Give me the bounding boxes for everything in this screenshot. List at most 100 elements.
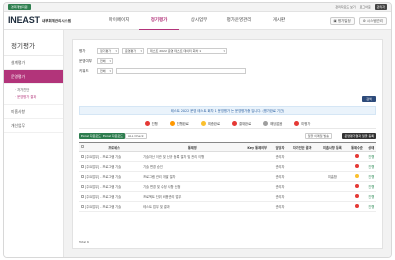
sidebar: 정기평가 설계평가 운영평가 · 자가진단 · 운영평가 결과 미흡사항 개선업… — [4, 30, 64, 257]
table-row[interactable]: [주요업무] - 프로그램 기술 기술 변경 및 수정 사항 신청 관리자 진행 — [79, 181, 376, 192]
cell-process: [주요업무] - 프로그램 기술 — [85, 191, 144, 202]
admin-mode-link[interactable]: 관리자모드 보기 — [335, 4, 355, 10]
user-role-badge: 관리자 — [374, 4, 387, 10]
nav-board[interactable]: 게시판 — [259, 12, 299, 30]
table-row[interactable]: [주요업무] - 프로그램 기술 기술 변경 승인 관리자 진행 — [79, 161, 376, 172]
career-link[interactable]: 경력개발지원 — [8, 4, 31, 10]
row-checkbox[interactable] — [80, 174, 84, 178]
cell-process: [주요업무] - 프로그램 기술 — [85, 161, 144, 172]
row-checkbox[interactable] — [80, 184, 84, 188]
eval-type-select[interactable]: 정기평가 — [97, 48, 119, 54]
utility-links: 관리자모드 보기 로그아웃 관리자 — [335, 4, 387, 10]
legend-item: 미평가 — [294, 121, 310, 126]
cell-level — [347, 151, 367, 162]
row-checkbox[interactable] — [80, 154, 84, 158]
system-name: 내부회계관리시스템 — [42, 19, 71, 23]
nav-routine-work[interactable]: 상시업무 — [179, 12, 219, 30]
system-admin-button[interactable]: ⚙ 시스템관리 — [358, 17, 387, 25]
cell-owner: 관리자 — [272, 151, 288, 162]
bulk-register-button[interactable]: 운영평가결과 일괄 등록 — [342, 133, 376, 139]
search-button[interactable]: 검색 — [362, 96, 376, 102]
main-content: 평가 정기평가 운영평가 테스트 2022 운영 테스트 데이터 회차 1 운영… — [64, 30, 391, 257]
cell-owner: 관리자 — [272, 171, 288, 182]
bulk-email-button[interactable]: 일괄 이메일 발송 — [304, 133, 332, 139]
table-row[interactable]: [주요업무] - 프로그램 기술 프로그램 관리 개발 절차 관리자 미흡함 진행 — [79, 171, 376, 182]
nav-eval-admin[interactable]: 평가운영관리 — [219, 12, 259, 30]
legend-dot — [169, 121, 175, 126]
row-checkbox[interactable] — [80, 164, 84, 168]
cell-owner: 관리자 — [272, 201, 288, 212]
cell-control: 테스트 업무 및 결과 — [143, 201, 242, 212]
cell-process: [주요업무] - 프로그램 기술 — [85, 171, 144, 182]
top-utility-bar: 경력개발지원 관리자모드 보기 로그아웃 관리자 — [4, 3, 391, 12]
sidebar-submenu: · 자가진단 · 운영평가 결과 — [4, 84, 63, 105]
cell-key-control — [241, 161, 273, 172]
sidebar-item-deficiencies[interactable]: 미흡사항 — [4, 105, 63, 119]
cell-status: 진행 — [366, 191, 376, 202]
filter-label-status: 운영여부 — [79, 58, 92, 63]
check-all-button[interactable]: ALL Check — [125, 133, 147, 139]
table-row[interactable]: [주요업무] - 프로그램 기술 프로젝트 단위 비용관리 업무 관리자 진행 — [79, 191, 376, 202]
status-select[interactable]: 전체 — [97, 58, 113, 64]
cell-issue — [317, 191, 348, 202]
col-level: 통제수준 — [347, 142, 367, 152]
sidebar-title: 정기평가 — [4, 30, 63, 56]
sidebar-sub-operating-result[interactable]: · 운영평가 결과 — [4, 94, 63, 101]
keyword-input[interactable] — [116, 68, 246, 74]
sidebar-item-design-eval[interactable]: 설계평가 — [4, 56, 63, 70]
eval-round-select[interactable]: 테스트 2022 운영 테스트 데이터 회차 1 — [147, 48, 227, 54]
status-legend: 진행 진행완료 최종완료 결재완료 해당없음 미평가 — [79, 119, 376, 129]
filter-row-status: 운영여부 전체 — [79, 56, 376, 66]
legend-item: 최종완료 — [200, 121, 220, 126]
cell-status: 진행 — [366, 161, 376, 172]
header: INEAST 내부회계관리시스템 마이페이지 정기평가 상시업무 평가운영관리 … — [4, 12, 391, 30]
col-process: 프로세스 — [85, 142, 144, 152]
calendar-icon: ▣ — [333, 18, 337, 23]
sidebar-item-operating-eval[interactable]: 운영평가 — [4, 70, 63, 84]
eval-kind-select[interactable]: 운영평가 — [122, 48, 144, 54]
main-nav: 마이페이지 정기평가 상시업무 평가운영관리 게시판 — [99, 12, 299, 30]
legend-item: 결재완료 — [231, 121, 251, 126]
cell-level — [347, 191, 367, 202]
keyword-type-select[interactable]: 전체 — [97, 68, 113, 74]
excel-download-button[interactable]: Excel 다운로드 — [79, 133, 103, 139]
legend-item: 진행완료 — [169, 121, 189, 126]
header-buttons: ▣ 평가일정 ⚙ 시스템관리 — [329, 17, 387, 25]
legend-item: 진행 — [144, 121, 158, 126]
cell-key-control — [241, 171, 273, 182]
row-checkbox[interactable] — [80, 204, 84, 208]
filter-row-eval: 평가 정기평가 운영평가 테스트 2022 운영 테스트 데이터 회차 1 — [79, 46, 376, 56]
col-owner: 담당자 — [272, 142, 288, 152]
cell-control: 프로젝트 단위 비용관리 업무 — [143, 191, 242, 202]
level-dot — [354, 154, 359, 158]
cell-control: 프로그램 관리 개발 절차 — [143, 171, 242, 182]
cell-level — [347, 201, 367, 212]
nav-mypage[interactable]: 마이페이지 — [99, 12, 139, 30]
sidebar-sub-self-diagnosis[interactable]: · 자가진단 — [4, 87, 63, 94]
sidebar-item-improvements[interactable]: 개선업무 — [4, 119, 63, 133]
app-window: 경력개발지원 관리자모드 보기 로그아웃 관리자 INEAST 내부회계관리시스… — [3, 2, 392, 258]
col-key-control: Key 통제여부 — [241, 142, 273, 152]
select-all-checkbox[interactable] — [80, 145, 84, 148]
logo[interactable]: INEAST — [8, 15, 40, 25]
content-card: 평가 정기평가 운영평가 테스트 2022 운영 테스트 데이터 회차 1 운영… — [72, 39, 383, 249]
cell-control: 기술 변경 및 수정 사항 신청 — [143, 181, 242, 192]
nav-periodic-eval[interactable]: 정기평가 — [139, 12, 179, 30]
cell-self-result — [287, 201, 318, 212]
cell-owner: 관리자 — [272, 181, 288, 192]
table-row[interactable]: [주요업무] - 프로그램 기술 기술자산 이관 및 신규 등록 절차 및 관리 … — [79, 151, 376, 162]
legend-item: 해당없음 — [263, 121, 282, 126]
schedule-button[interactable]: ▣ 평가일정 — [329, 17, 355, 25]
legend-label: 최종완료 — [207, 122, 220, 126]
table-row[interactable]: [주요업무] - 프로그램 기술 테스트 업무 및 결과 관리자 진행 — [79, 201, 376, 212]
level-dot — [354, 164, 359, 168]
table-header-row: 프로세스 통제명 Key 통제여부 담당자 자가진단 결과 미흡사항 등록 통제… — [79, 142, 376, 152]
action-bar: Excel 다운로드 Excel 다운로드 ALL Check 일괄 이메일 발… — [79, 133, 376, 141]
excel-download-button-2[interactable]: Excel 다운로드 — [101, 133, 125, 139]
col-self-result: 자가진단 결과 — [287, 142, 318, 152]
row-checkbox[interactable] — [80, 194, 84, 198]
legend-dot — [144, 121, 150, 126]
cell-key-control — [241, 181, 273, 192]
cell-key-control — [241, 151, 273, 162]
logout-link[interactable]: 로그아웃 — [360, 4, 371, 10]
